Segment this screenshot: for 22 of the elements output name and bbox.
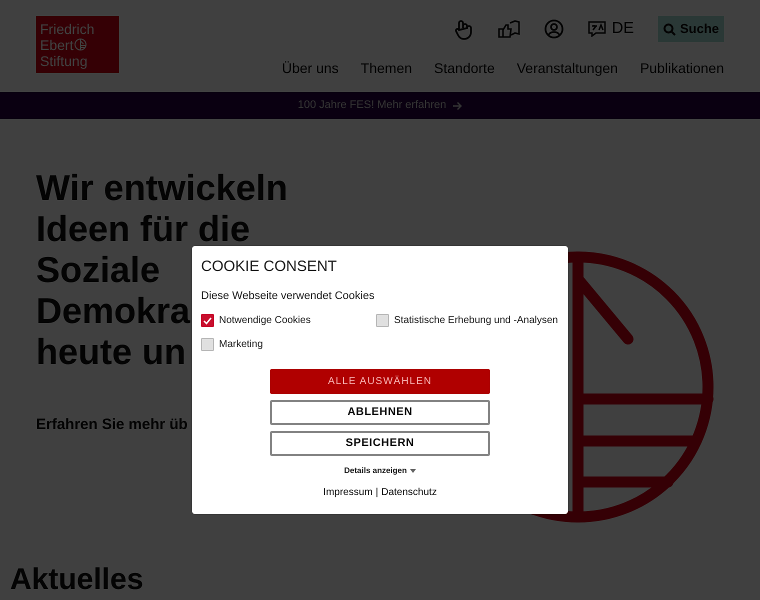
hero-heading-line: heute un xyxy=(36,331,186,372)
dialog-title: COOKIE CONSENT xyxy=(201,257,338,277)
checkbox-label: Notwendige Cookies xyxy=(219,314,311,328)
footer-link[interactable]: Impressum xyxy=(323,485,373,500)
details-link[interactable]: Details anzeigen xyxy=(344,465,407,477)
caret-down-icon xyxy=(410,469,416,473)
dialog-text: Diese Webseite verwendet Cookies xyxy=(201,288,376,304)
checkbox[interactable] xyxy=(376,314,389,327)
checkbox[interactable] xyxy=(201,338,214,351)
link-separator: | xyxy=(376,486,378,500)
hero-heading-line: Soziale xyxy=(36,249,160,290)
checkbox-label: Statistische Erhebung und -Analysen xyxy=(394,314,558,328)
checkbox-label: Marketing xyxy=(219,338,263,352)
select-all-button[interactable]: ALLE AUSWÄHLEN xyxy=(270,369,490,394)
checkbox[interactable] xyxy=(201,314,214,327)
footer-link[interactable]: Datenschutz xyxy=(381,485,437,500)
section-heading: Aktuelles xyxy=(10,562,144,598)
hero-heading-line: Demokra xyxy=(36,290,190,331)
dialog-button[interactable]: ABLEHNEN xyxy=(270,400,490,425)
hero-heading-line: Wir entwickeln xyxy=(36,167,288,208)
dialog-button[interactable]: SPEICHERN xyxy=(270,431,490,456)
hero-heading-line: Ideen für die xyxy=(36,208,250,249)
